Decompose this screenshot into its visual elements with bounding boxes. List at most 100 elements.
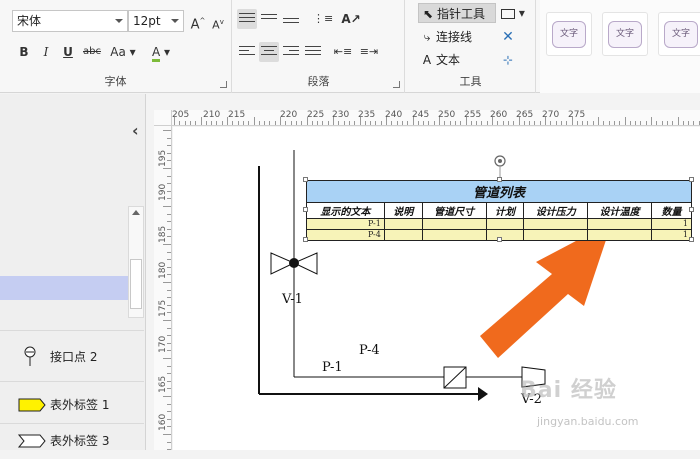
table-cell[interactable]: 1 bbox=[651, 229, 692, 241]
style-swatch[interactable]: 文字 bbox=[602, 12, 648, 56]
ruler-label: 250 bbox=[438, 110, 456, 120]
connection-point-button[interactable]: ⊹ bbox=[498, 50, 518, 70]
selection-handle[interactable] bbox=[689, 237, 694, 242]
selection-handle[interactable] bbox=[497, 237, 502, 242]
table-cell[interactable] bbox=[421, 229, 487, 241]
style-swatch[interactable]: 文字 bbox=[546, 12, 592, 56]
shape-item-offsheet-tag-1[interactable]: 表外标签 1 bbox=[18, 394, 109, 416]
selection-handle[interactable] bbox=[303, 177, 308, 182]
valve-label-v1[interactable]: V-1 bbox=[282, 292, 303, 307]
selection-handle[interactable] bbox=[303, 207, 308, 212]
decrease-indent-button[interactable]: ⇤≡ bbox=[333, 42, 353, 62]
ruler-tick bbox=[311, 121, 313, 125]
pointer-tool-button[interactable]: ⬉ 指针工具 bbox=[418, 3, 496, 23]
ruler-tick bbox=[285, 121, 287, 125]
ruler-tick bbox=[380, 121, 382, 125]
selection-handle[interactable] bbox=[689, 177, 694, 182]
pipe-list-table[interactable]: 管道列表 显示的文本 说明 管道尺寸 计划 设计压力 设计温度 数量 P-1 1… bbox=[306, 180, 692, 241]
ruler-tick bbox=[167, 403, 171, 405]
font-color-button[interactable]: A ▾ bbox=[146, 42, 176, 62]
drawing-canvas[interactable] bbox=[173, 127, 700, 450]
collapse-panel-button[interactable]: ‹ bbox=[132, 121, 139, 140]
selected-shape-row[interactable] bbox=[0, 276, 128, 300]
paragraph-dialog-launcher-icon[interactable] bbox=[393, 81, 400, 88]
table-cell[interactable] bbox=[523, 218, 589, 230]
text-tool-label: 文本 bbox=[436, 53, 461, 67]
table-title[interactable]: 管道列表 bbox=[306, 180, 692, 203]
ruler-tick bbox=[492, 117, 493, 125]
ruler-tick bbox=[629, 121, 631, 125]
style-swatch[interactable]: 文字 bbox=[658, 12, 700, 56]
align-right-button[interactable] bbox=[281, 42, 301, 62]
underline-button[interactable]: U bbox=[58, 42, 78, 62]
ruler-tick bbox=[237, 121, 239, 125]
table-cell[interactable]: P-1 bbox=[306, 218, 385, 230]
font-size-combo[interactable]: 12pt bbox=[128, 10, 184, 32]
font-color-label: A bbox=[151, 45, 161, 59]
ruler-tick bbox=[179, 121, 181, 125]
ruler-tick bbox=[163, 396, 171, 397]
shape-item-offsheet-tag-3[interactable]: 表外标签 3 bbox=[17, 430, 109, 452]
column-header[interactable]: 说明 bbox=[383, 202, 423, 219]
table-cell[interactable] bbox=[383, 229, 423, 241]
ruler-tick bbox=[184, 121, 186, 125]
font-dialog-launcher-icon[interactable] bbox=[220, 81, 227, 88]
font-size-value: 12pt bbox=[133, 14, 161, 28]
table-cell[interactable]: P-4 bbox=[306, 229, 385, 241]
ruler-tick bbox=[167, 266, 171, 268]
align-center-button[interactable] bbox=[259, 42, 279, 62]
shape-item-interface-point[interactable]: 接口点 2 bbox=[18, 346, 97, 368]
shrink-font-button[interactable]: Av bbox=[208, 12, 228, 32]
align-middle-button[interactable] bbox=[259, 9, 279, 29]
table-cell[interactable] bbox=[383, 218, 423, 230]
text-direction-button[interactable]: A↗ bbox=[341, 9, 361, 29]
text-tool-button[interactable]: A 文本 bbox=[418, 50, 496, 70]
bullets-button[interactable]: ⋮≡ bbox=[313, 9, 333, 29]
selection-handle[interactable] bbox=[303, 237, 308, 242]
strikethrough-button[interactable]: abc bbox=[80, 42, 104, 62]
increase-indent-icon: ≡⇥ bbox=[359, 45, 379, 58]
ruler-tick bbox=[348, 121, 350, 125]
ruler-tick bbox=[338, 121, 340, 125]
pipe-label-p4[interactable]: P-4 bbox=[359, 343, 380, 358]
shape-rectangle-button[interactable]: ▾ bbox=[498, 3, 528, 23]
column-header[interactable]: 设计压力 bbox=[523, 202, 589, 219]
column-header[interactable]: 计划 bbox=[485, 202, 525, 219]
column-header[interactable]: 显示的文本 bbox=[306, 202, 385, 219]
italic-button[interactable]: I bbox=[36, 42, 56, 62]
table-cell[interactable] bbox=[421, 218, 487, 230]
ruler-tick bbox=[497, 121, 499, 125]
shape-styles-gallery: 文字 文字 文字 bbox=[540, 0, 700, 93]
scroll-up-icon[interactable] bbox=[132, 210, 140, 215]
table-cell[interactable] bbox=[523, 229, 589, 241]
column-header[interactable]: 管道尺寸 bbox=[421, 202, 487, 219]
shapes-panel-scrollbar[interactable] bbox=[128, 206, 144, 318]
align-top-button[interactable] bbox=[237, 9, 257, 29]
justify-button[interactable] bbox=[303, 42, 323, 62]
pipe-label-p1[interactable]: P-1 bbox=[322, 360, 343, 375]
delete-connection-button[interactable]: ✕ bbox=[498, 27, 518, 47]
table-cell[interactable] bbox=[587, 229, 653, 241]
column-header[interactable]: 设计温度 bbox=[587, 202, 653, 219]
column-header[interactable]: 数量 bbox=[651, 202, 692, 219]
ruler-tick bbox=[539, 121, 541, 125]
italic-label: I bbox=[43, 45, 49, 59]
table-cell[interactable] bbox=[485, 229, 525, 241]
font-name-combo[interactable]: 宋体 bbox=[12, 10, 128, 32]
selection-handle[interactable] bbox=[497, 177, 502, 182]
table-cell[interactable]: 1 bbox=[651, 218, 692, 230]
table-cell[interactable] bbox=[587, 218, 653, 230]
scrollbar-thumb[interactable] bbox=[130, 259, 142, 309]
connector-tool-button[interactable]: ⤷ 连接线 bbox=[418, 27, 496, 47]
align-left-button[interactable] bbox=[237, 42, 257, 62]
increase-indent-button[interactable]: ≡⇥ bbox=[359, 42, 379, 62]
grow-font-button[interactable]: A^ bbox=[188, 11, 208, 32]
align-bottom-button[interactable] bbox=[281, 9, 301, 29]
ruler-tick bbox=[470, 121, 472, 125]
bold-button[interactable]: B bbox=[14, 42, 34, 62]
change-case-button[interactable]: Aa ▾ bbox=[106, 42, 140, 62]
selection-handle[interactable] bbox=[689, 207, 694, 212]
table-cell[interactable] bbox=[485, 218, 525, 230]
table-row[interactable]: P-1 1 bbox=[306, 218, 692, 230]
ruler-tick bbox=[163, 206, 171, 207]
